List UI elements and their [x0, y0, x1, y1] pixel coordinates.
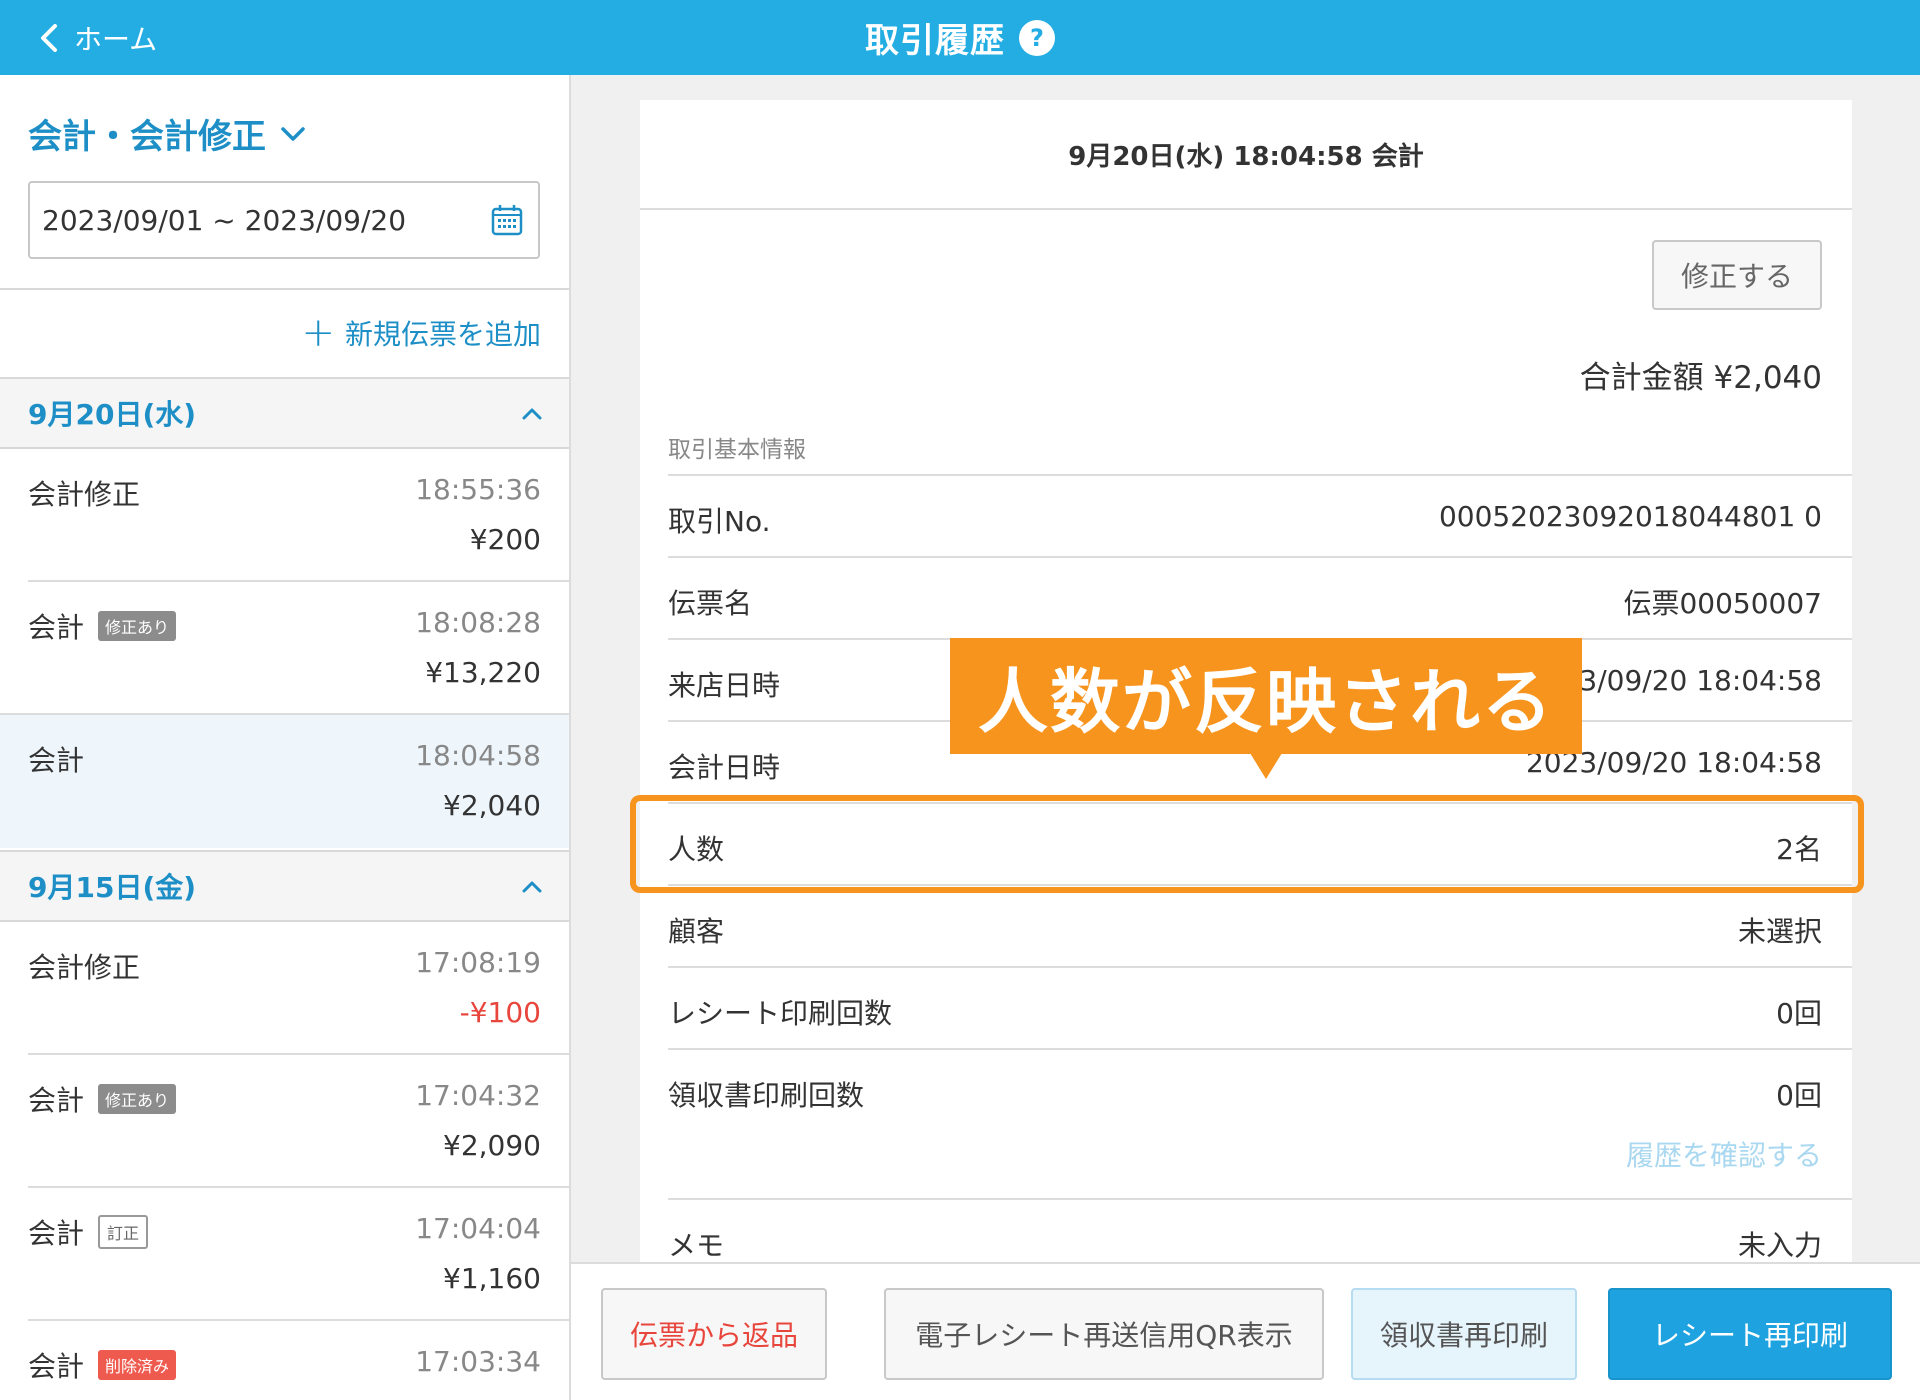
row-label: レシート印刷回数	[668, 997, 893, 1030]
date-group-header[interactable]: 9月15日(金)	[0, 850, 569, 922]
filter-label: 会計・会計修正	[28, 117, 266, 157]
transaction-item[interactable]: 会計 修正あり 18:08:28 ¥13,220	[0, 582, 569, 715]
transaction-item[interactable]: 会計修正 17:08:19 -¥100	[0, 922, 569, 1055]
row-label: 顧客	[668, 915, 725, 948]
status-badge: 修正あり	[98, 1084, 177, 1114]
detail-row-transaction-no: 取引No. 00052023092018044801 0	[668, 474, 1852, 556]
transaction-name: 会計 修正あり	[28, 606, 177, 646]
page-title: 取引履歴	[865, 21, 1005, 61]
history-link[interactable]: 履歴を確認する	[1626, 1134, 1822, 1174]
bottom-action-bar: 伝票から返品 電子レシート再送信用QR表示 領収書再印刷 レシート再印刷	[571, 1262, 1920, 1400]
transaction-name: 会計 修正あり	[28, 1079, 177, 1119]
return-from-slip-button[interactable]: 伝票から返品	[601, 1288, 827, 1380]
help-icon[interactable]: ?	[1019, 19, 1055, 56]
transaction-amount: ¥13,220	[425, 656, 541, 689]
chevron-down-icon	[281, 126, 305, 141]
transaction-time: 18:55:36	[415, 473, 541, 506]
filter-dropdown[interactable]: 会計・会計修正	[28, 109, 306, 158]
transaction-amount: ¥1,160	[443, 1262, 541, 1295]
divider	[0, 288, 569, 290]
transaction-item[interactable]: 会計 修正あり 17:04:32 ¥2,090	[0, 1055, 569, 1188]
transaction-amount: ¥2,040	[443, 789, 541, 822]
title-area: 取引履歴 ?	[0, 0, 1920, 75]
annotation-callout-tail	[1250, 753, 1282, 779]
calendar-icon[interactable]	[490, 203, 524, 237]
row-value: 伝票00050007	[1623, 587, 1822, 620]
transaction-time: 18:04:58	[415, 739, 541, 772]
reprint-invoice-button[interactable]: 領収書再印刷	[1351, 1288, 1577, 1380]
transaction-item[interactable]: 会計 削除済み 17:03:34	[0, 1321, 569, 1400]
transaction-name: 会計修正	[28, 951, 141, 984]
transaction-item[interactable]: 会計 訂正 17:04:04 ¥1,160	[0, 1188, 569, 1321]
date-range-value: 2023/09/01 ~ 2023/09/20	[42, 203, 407, 237]
transaction-time: 17:04:04	[415, 1212, 541, 1245]
chevron-up-icon	[522, 408, 542, 420]
detail-row-slip-name: 伝票名 伝票00050007	[668, 556, 1852, 638]
date-group-label: 9月15日(金)	[28, 871, 197, 904]
row-label: 来店日時	[668, 669, 781, 702]
date-range-field[interactable]: 2023/09/01 ~ 2023/09/20	[28, 181, 540, 259]
transaction-name: 会計 削除済み	[28, 1345, 177, 1385]
date-group-header[interactable]: 9月20日(水)	[0, 377, 569, 449]
detail-row-receipt-print-count: レシート印刷回数 0回	[668, 966, 1852, 1048]
row-label: 伝票名	[668, 587, 753, 620]
transaction-amount: -¥100	[459, 996, 541, 1029]
transaction-amount: ¥200	[469, 523, 541, 556]
transaction-item-selected[interactable]: 会計 18:04:58 ¥2,040	[0, 715, 569, 848]
transaction-time: 17:04:32	[415, 1079, 541, 1112]
row-label: 会計日時	[668, 751, 781, 784]
status-badge: 修正あり	[98, 611, 177, 641]
detail-row-customer: 顧客 未選択	[668, 884, 1852, 966]
status-badge: 削除済み	[98, 1350, 177, 1380]
add-new-slip-button[interactable]: + 新規伝票を追加	[301, 313, 541, 353]
transaction-time: 17:08:19	[415, 946, 541, 979]
row-label: 取引No.	[668, 505, 771, 538]
transaction-time: 18:08:28	[415, 606, 541, 639]
top-bar: ホーム 取引履歴 ?	[0, 0, 1920, 75]
row-value: 未選択	[1737, 915, 1822, 948]
detail-row-memo: メモ 未入力	[668, 1198, 1852, 1262]
detail-row-invoice-print-count: 領収書印刷回数 0回	[668, 1048, 1852, 1198]
show-qr-button[interactable]: 電子レシート再送信用QR表示	[884, 1288, 1324, 1380]
transaction-time: 17:03:34	[415, 1345, 541, 1378]
date-group-label: 9月20日(水)	[28, 398, 197, 431]
row-value: 0回	[1776, 1079, 1822, 1112]
status-badge: 訂正	[98, 1215, 149, 1249]
transaction-amount: ¥2,090	[443, 1129, 541, 1162]
row-value: 00052023092018044801 0	[1438, 500, 1822, 533]
row-value: 0回	[1776, 997, 1822, 1030]
transaction-name: 会計修正	[28, 478, 141, 511]
total-amount: 合計金額 ¥2,040	[1579, 360, 1822, 396]
reprint-receipt-button[interactable]: レシート再印刷	[1608, 1288, 1892, 1380]
add-new-label: 新規伝票を追加	[344, 318, 541, 351]
section-label: 取引基本情報	[668, 437, 806, 463]
transaction-name: 会計	[28, 744, 85, 777]
sidebar: 会計・会計修正 2023/09/01 ~ 2023/09/20 + 新規伝票を追…	[0, 75, 571, 1400]
transaction-item[interactable]: 会計修正 18:55:36 ¥200	[0, 449, 569, 582]
row-value: 未入力	[1737, 1229, 1822, 1262]
annotation-callout: 人数が反映される	[950, 638, 1582, 754]
row-label: 領収書印刷回数	[668, 1079, 865, 1112]
transaction-name: 会計 訂正	[28, 1212, 149, 1252]
row-label: メモ	[668, 1229, 725, 1262]
edit-button[interactable]: 修正する	[1652, 240, 1822, 310]
plus-icon: +	[301, 310, 335, 356]
detail-heading: 9月20日(水) 18:04:58 会計	[640, 100, 1852, 210]
annotation-highlight-box	[630, 795, 1864, 893]
chevron-up-icon	[522, 881, 542, 893]
